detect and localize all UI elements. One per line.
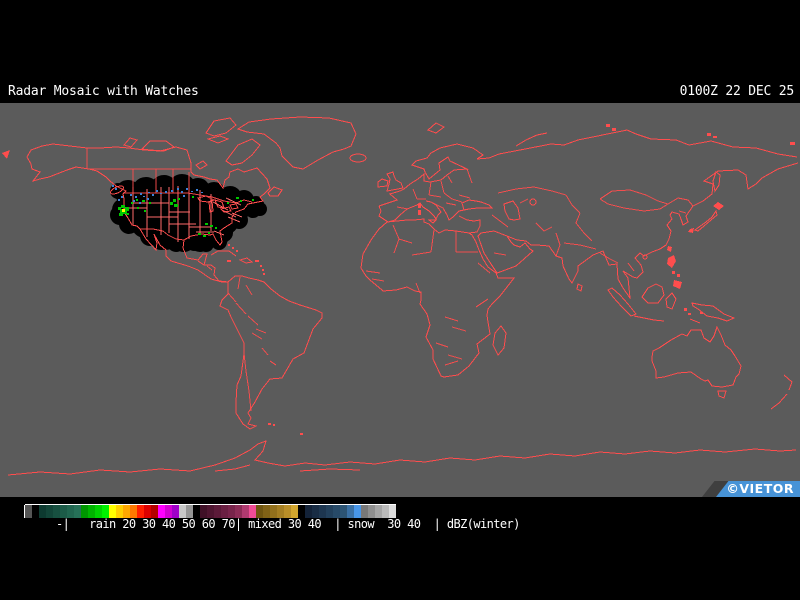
world-map-panel: ©VIETOR [0, 103, 800, 497]
product-title: Radar Mosaic with Watches [8, 84, 199, 99]
world-map [0, 103, 800, 497]
watermark-label: ©VIETOR [726, 481, 794, 496]
legend-color-cell [25, 505, 32, 518]
legend-color-cell [32, 505, 39, 518]
coastlines [2, 117, 798, 475]
timestamp: 0100Z 22 DEC 25 [680, 84, 794, 99]
heavy-echo-core [122, 209, 125, 212]
legend-text: -| rain 20 30 40 50 60 70| mixed 30 40 |… [56, 517, 520, 531]
radar-screen: Radar Mosaic with Watches 0100Z 22 DEC 2… [0, 0, 800, 600]
legend-color-cell [46, 505, 53, 518]
legend-color-cell [39, 505, 46, 518]
watermark-badge: ©VIETOR [680, 481, 800, 497]
